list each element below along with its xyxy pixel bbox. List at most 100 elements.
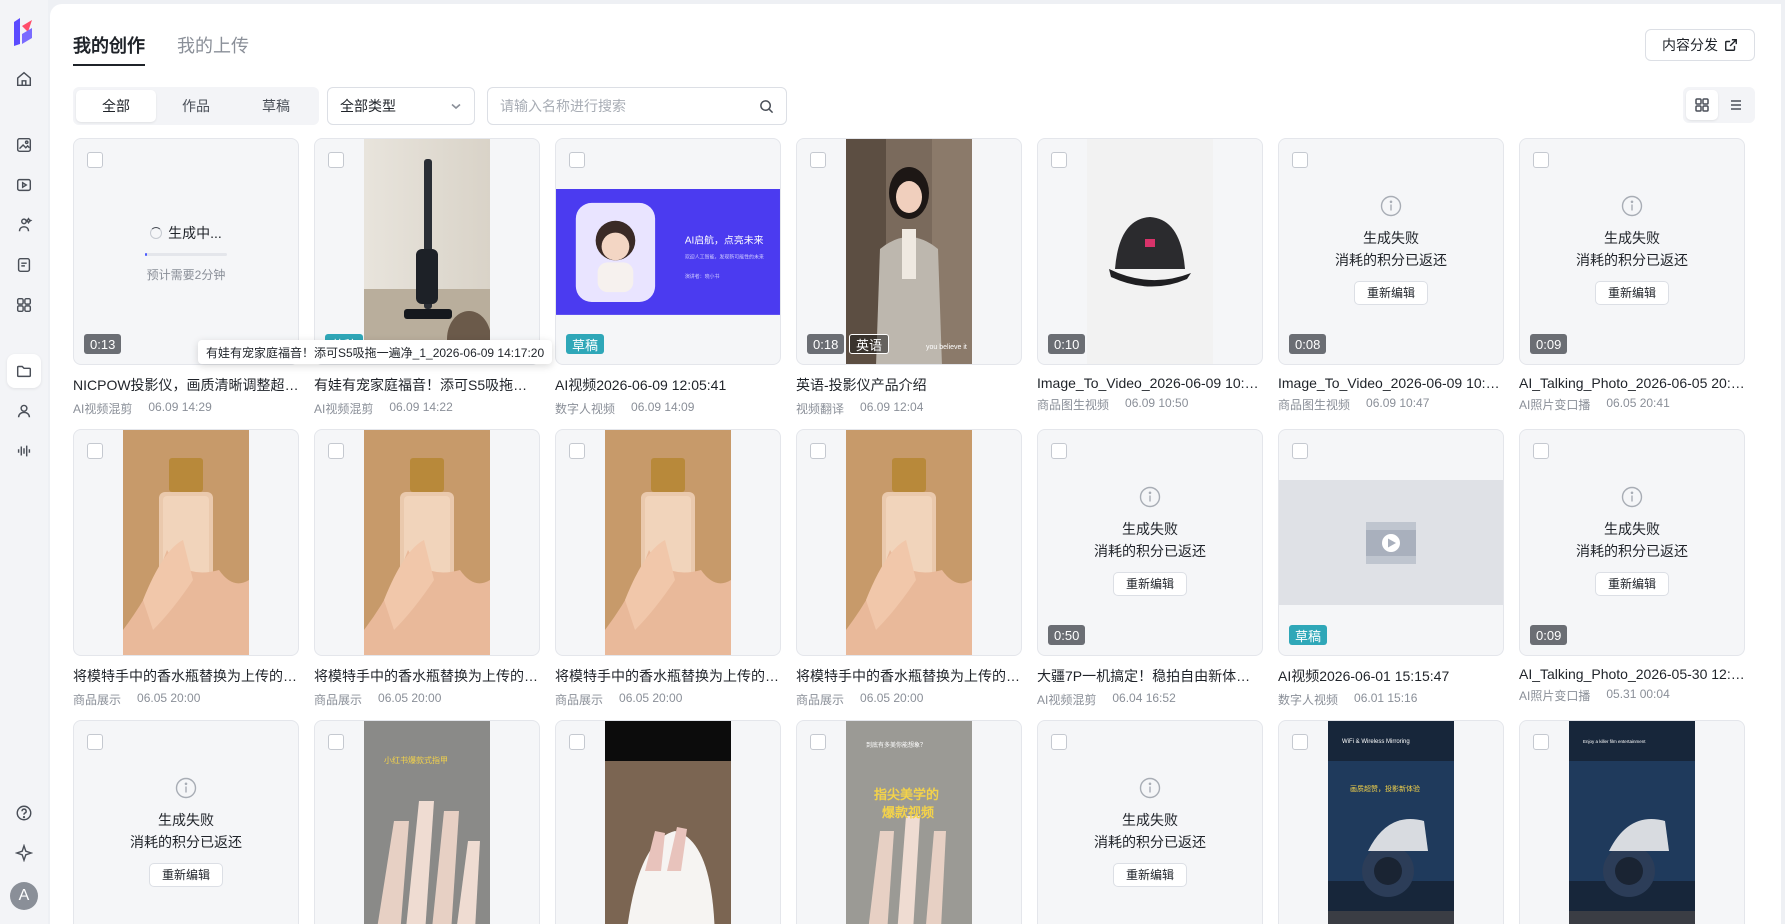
work-thumbnail[interactable] <box>796 429 1022 656</box>
work-title[interactable]: 将模特手中的香水瓶替换为上传的产品图片 <box>73 666 299 686</box>
nav-product-button[interactable] <box>7 248 41 282</box>
work-thumbnail[interactable]: 小红书爆款式指甲 <box>314 720 540 924</box>
work-card[interactable]: 生成失败 消耗的积分已返还 重新编辑 0:09 AI_Talking_Photo_202… <box>1519 429 1745 703</box>
work-card[interactable]: 草稿有娃有宠家庭福音！添可S5吸拖一遍净 AI视频混剪 06.09 14:22 <box>314 138 540 416</box>
filter-drafts[interactable]: 草稿 <box>236 90 316 122</box>
work-thumbnail[interactable]: 生成失败 消耗的积分已返还 重新编辑 0:50 <box>1037 429 1263 656</box>
select-checkbox[interactable] <box>328 152 344 168</box>
re-edit-button[interactable]: 重新编辑 <box>1112 863 1187 887</box>
work-title[interactable]: 将模特手中的香水瓶替换为上传的产品图片 <box>796 666 1022 686</box>
nav-image-gen-button[interactable] <box>7 128 41 162</box>
select-checkbox[interactable] <box>328 734 344 750</box>
work-card[interactable]: 到底有多美你能想象？ 指尖美学的 爆款视频 <box>796 720 1022 924</box>
work-thumbnail[interactable]: 到底有多美你能想象？ 指尖美学的 爆款视频 <box>796 720 1022 924</box>
select-checkbox[interactable] <box>810 443 826 459</box>
re-edit-button[interactable]: 重新编辑 <box>1112 572 1187 596</box>
work-thumbnail[interactable]: 草稿 <box>1278 429 1504 656</box>
work-thumbnail[interactable]: 生成失败 消耗的积分已返还 重新编辑 <box>1037 720 1263 924</box>
nav-home-button[interactable] <box>7 62 41 96</box>
sparkle-icon[interactable] <box>7 836 41 870</box>
work-card[interactable]: you believe it 0:18 英语 英语-投影仪产品介绍 视频翻译 06.09 … <box>796 138 1022 416</box>
select-checkbox[interactable] <box>1051 152 1067 168</box>
select-checkbox[interactable] <box>569 152 585 168</box>
search-input[interactable] <box>500 98 759 114</box>
work-title[interactable]: 英语-投影仪产品介绍 <box>796 375 1022 395</box>
select-checkbox[interactable] <box>1533 443 1549 459</box>
work-card[interactable]: Enjoy a killer film entertainment <box>1519 720 1745 924</box>
work-thumbnail[interactable]: 生成失败 消耗的积分已返还 重新编辑 0:09 <box>1519 138 1745 365</box>
re-edit-button[interactable]: 重新编辑 <box>1353 281 1428 305</box>
work-card[interactable]: AI启航，点亮未来 欢迎人工智能，发现新可能性的未来 演讲者：晓小书 草稿 AI视频20… <box>555 138 781 416</box>
grid-view-button[interactable] <box>1686 90 1718 120</box>
work-thumbnail[interactable] <box>555 429 781 656</box>
select-checkbox[interactable] <box>1292 443 1308 459</box>
select-checkbox[interactable] <box>1051 443 1067 459</box>
select-checkbox[interactable] <box>569 443 585 459</box>
work-card[interactable]: 生成失败消耗的积分已返还重新编辑 0:50 大疆7P一机搞定！稳拍自由新体验，出片超… <box>1037 429 1263 707</box>
nav-user-button[interactable] <box>7 394 41 428</box>
type-select[interactable]: 全部类型 <box>327 87 475 125</box>
work-thumbnail[interactable]: AI启航，点亮未来 欢迎人工智能，发现新可能性的未来 演讲者：晓小书 草稿 <box>555 138 781 365</box>
work-card[interactable]: 0:10 Image_To_Video_2026-06-09 10:50:12 商品… <box>1037 138 1263 412</box>
select-checkbox[interactable] <box>1533 734 1549 750</box>
work-card[interactable]: 生成失败 消耗的积分已返还 重新编辑 <box>73 720 299 924</box>
work-title[interactable]: AI视频2026-06-09 12:05:41 <box>555 375 781 395</box>
list-view-button[interactable] <box>1720 90 1752 120</box>
work-title[interactable]: 将模特手中的香水瓶替换为上传的产品图片 <box>555 666 781 686</box>
select-checkbox[interactable] <box>87 152 103 168</box>
work-thumbnail[interactable]: Enjoy a killer film entertainment <box>1519 720 1745 924</box>
work-card[interactable]: 将模特手中的香水瓶替换为上传的产品图片商品展示 06.05 20:00 <box>314 429 540 707</box>
filter-works[interactable]: 作品 <box>156 90 236 122</box>
work-card[interactable]: 生成中... 预计需要2分钟 0:13 NICPOW投影仪，画质清晰调整超出预期 AI视… <box>73 138 299 416</box>
work-thumbnail[interactable] <box>555 720 781 924</box>
select-checkbox[interactable] <box>1533 152 1549 168</box>
nav-apps-grid-button[interactable] <box>7 288 41 322</box>
work-card[interactable] <box>555 720 781 924</box>
work-card[interactable]: 生成失败 消耗的积分已返还 重新编辑 0:08 Image_To_Video_2026-… <box>1278 138 1504 412</box>
work-card[interactable]: 生成失败 消耗的积分已返还 重新编辑 <box>1037 720 1263 924</box>
content-distribute-button[interactable]: 内容分发 <box>1645 29 1755 61</box>
tab-my-creations[interactable]: 我的创作 <box>73 32 145 66</box>
select-checkbox[interactable] <box>810 152 826 168</box>
select-checkbox[interactable] <box>87 734 103 750</box>
nav-video-gen-button[interactable] <box>7 168 41 202</box>
work-thumbnail[interactable]: 生成失败 消耗的积分已返还 重新编辑 0:08 <box>1278 138 1504 365</box>
select-checkbox[interactable] <box>569 734 585 750</box>
work-title[interactable]: AI_Talking_Photo_2026-05-30 12:00:04 <box>1519 666 1745 682</box>
nav-digital-human-button[interactable] <box>7 208 41 242</box>
work-title[interactable]: 将模特手中的香水瓶替换为上传的产品图片 <box>314 666 540 686</box>
work-card[interactable]: 生成失败 消耗的积分已返还 重新编辑 0:09 AI_Talking_Photo_202… <box>1519 138 1745 412</box>
work-title[interactable]: Image_To_Video_2026-06-09 10:47:33 <box>1278 375 1504 391</box>
nav-folder-button[interactable] <box>7 354 41 388</box>
work-title[interactable]: Image_To_Video_2026-06-09 10:50:12 <box>1037 375 1263 391</box>
filter-all[interactable]: 全部 <box>76 90 156 122</box>
work-thumbnail[interactable] <box>314 429 540 656</box>
select-checkbox[interactable] <box>810 734 826 750</box>
nav-audio-button[interactable] <box>7 434 41 468</box>
work-card[interactable]: 将模特手中的香水瓶替换为上传的产品图片商品展示 06.05 20:00 <box>73 429 299 707</box>
work-thumbnail[interactable]: WiFi & Wireless Mirroring 画质超赞，投影新体验 <box>1278 720 1504 924</box>
work-thumbnail[interactable]: 草稿 <box>314 138 540 365</box>
tab-my-uploads[interactable]: 我的上传 <box>177 32 249 66</box>
work-thumbnail[interactable]: 生成中... 预计需要2分钟 0:13 <box>73 138 299 365</box>
work-card[interactable]: WiFi & Wireless Mirroring 画质超赞，投影新体验 <box>1278 720 1504 924</box>
work-title[interactable]: AI_Talking_Photo_2026-06-05 20:41:18 <box>1519 375 1745 391</box>
work-card[interactable]: 草稿 AI视频2026-06-01 15:15:47 数字人视频 06.01 15:1… <box>1278 429 1504 707</box>
re-edit-button[interactable]: 重新编辑 <box>1594 572 1669 596</box>
work-thumbnail[interactable] <box>73 429 299 656</box>
app-logo[interactable] <box>10 16 38 48</box>
work-thumbnail[interactable]: you believe it 0:18 英语 <box>796 138 1022 365</box>
re-edit-button[interactable]: 重新编辑 <box>148 863 223 887</box>
select-checkbox[interactable] <box>87 443 103 459</box>
work-title[interactable]: AI视频2026-06-01 15:15:47 <box>1278 666 1504 686</box>
work-card[interactable]: 将模特手中的香水瓶替换为上传的产品图片商品展示 06.05 20:00 <box>555 429 781 707</box>
help-icon[interactable] <box>7 796 41 830</box>
work-thumbnail[interactable]: 0:10 <box>1037 138 1263 365</box>
work-thumbnail[interactable]: 生成失败 消耗的积分已返还 重新编辑 0:09 <box>1519 429 1745 656</box>
select-checkbox[interactable] <box>1051 734 1067 750</box>
work-title[interactable]: 大疆7P一机搞定！稳拍自由新体验，出片超快 <box>1037 666 1263 686</box>
select-checkbox[interactable] <box>1292 152 1308 168</box>
work-title[interactable]: NICPOW投影仪，画质清晰调整超出预期 <box>73 375 299 395</box>
re-edit-button[interactable]: 重新编辑 <box>1594 281 1669 305</box>
avatar[interactable]: A <box>10 882 38 910</box>
